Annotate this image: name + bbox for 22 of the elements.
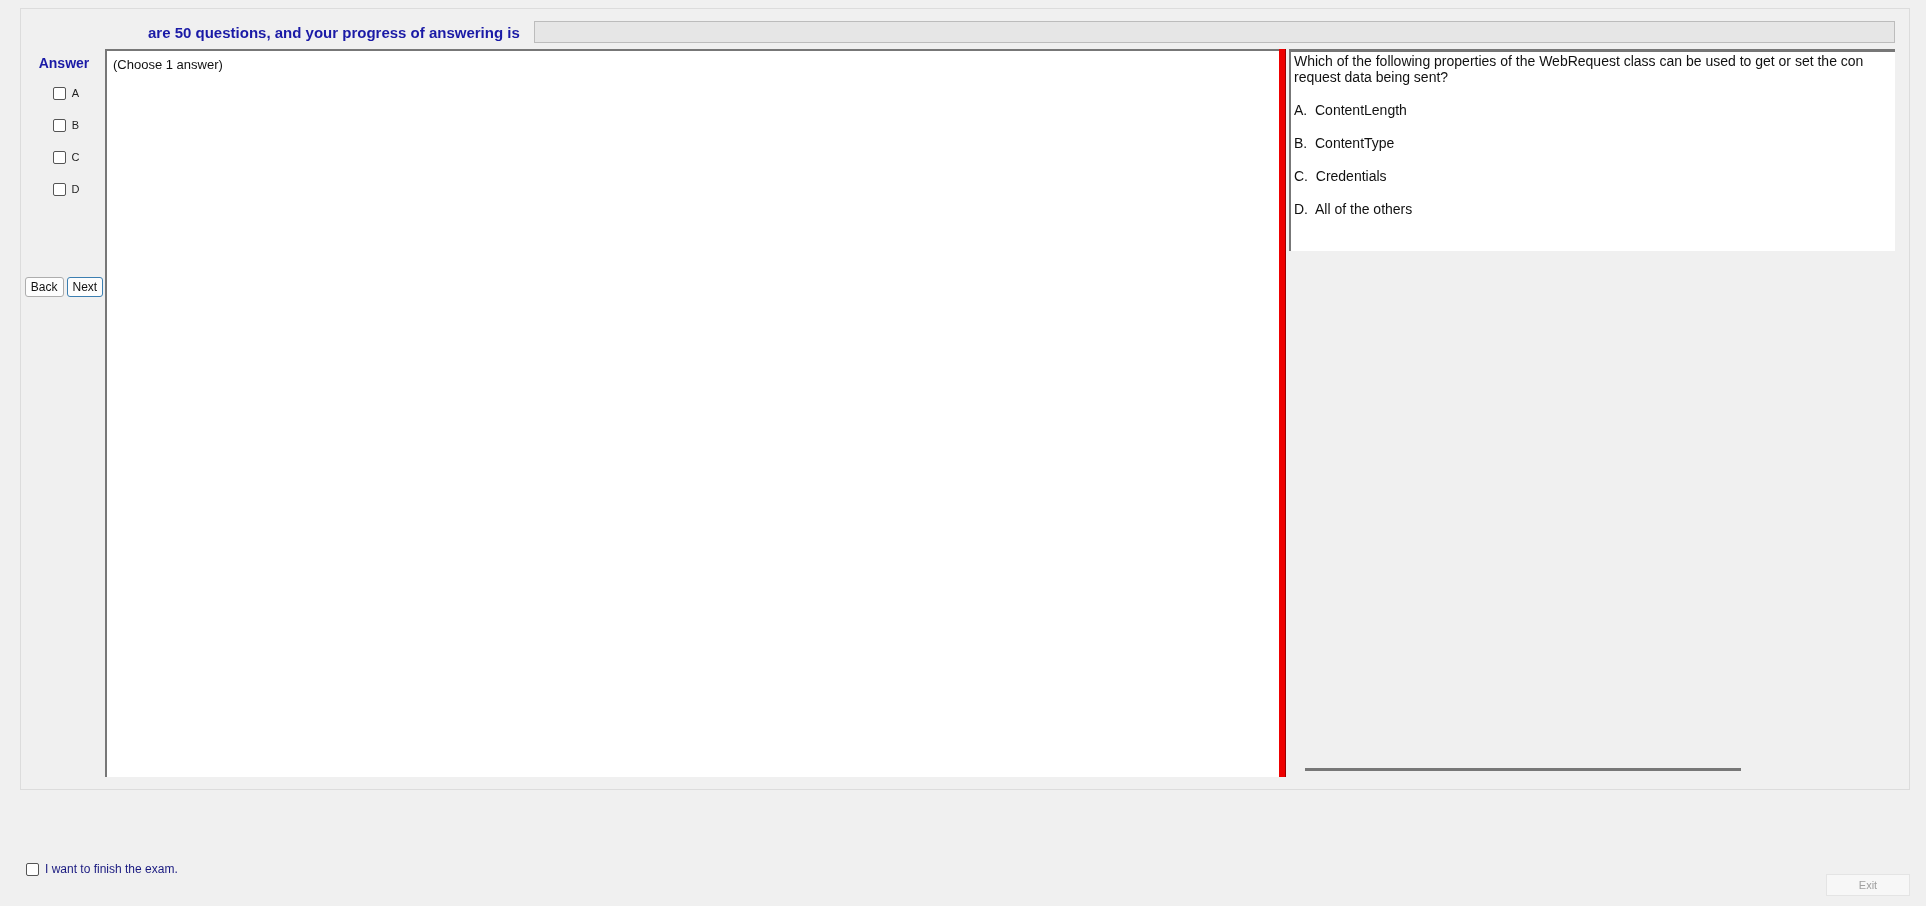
nav-button[interactable]: Back <box>24 277 64 297</box>
option-letter: D <box>71 183 80 195</box>
option-letter: B <box>71 119 80 131</box>
answer-checkbox[interactable] <box>52 150 66 164</box>
choice-text: B. ContentType <box>1294 135 1396 151</box>
scrollbar-thumb[interactable] <box>1305 768 1741 771</box>
choice-text: C. Credentials <box>1294 168 1388 184</box>
choice-text: A. ContentLength <box>1294 102 1408 118</box>
finish-label: I want to finish the exam. <box>45 862 178 876</box>
question-text: request data being sent? <box>1294 69 1450 85</box>
progress-caption: are 50 questions, and your progress of answering is <box>148 23 520 41</box>
answer-checkbox[interactable] <box>52 118 66 132</box>
answer-hint: (Choose 1 answer) <box>113 57 223 72</box>
answer-checkbox[interactable] <box>52 182 66 196</box>
question-text: Which of the following properties of the WebRequest class can be used to get or set the con <box>1294 53 1865 69</box>
answer-title: Answer <box>38 55 90 71</box>
nav-button[interactable]: Next <box>66 277 104 297</box>
option-letter: A <box>71 87 80 99</box>
option-letter: C <box>71 151 80 163</box>
answer-checkbox[interactable] <box>52 86 66 100</box>
choice-text: D. All of the others <box>1294 201 1414 217</box>
finish-checkbox[interactable] <box>26 862 39 876</box>
